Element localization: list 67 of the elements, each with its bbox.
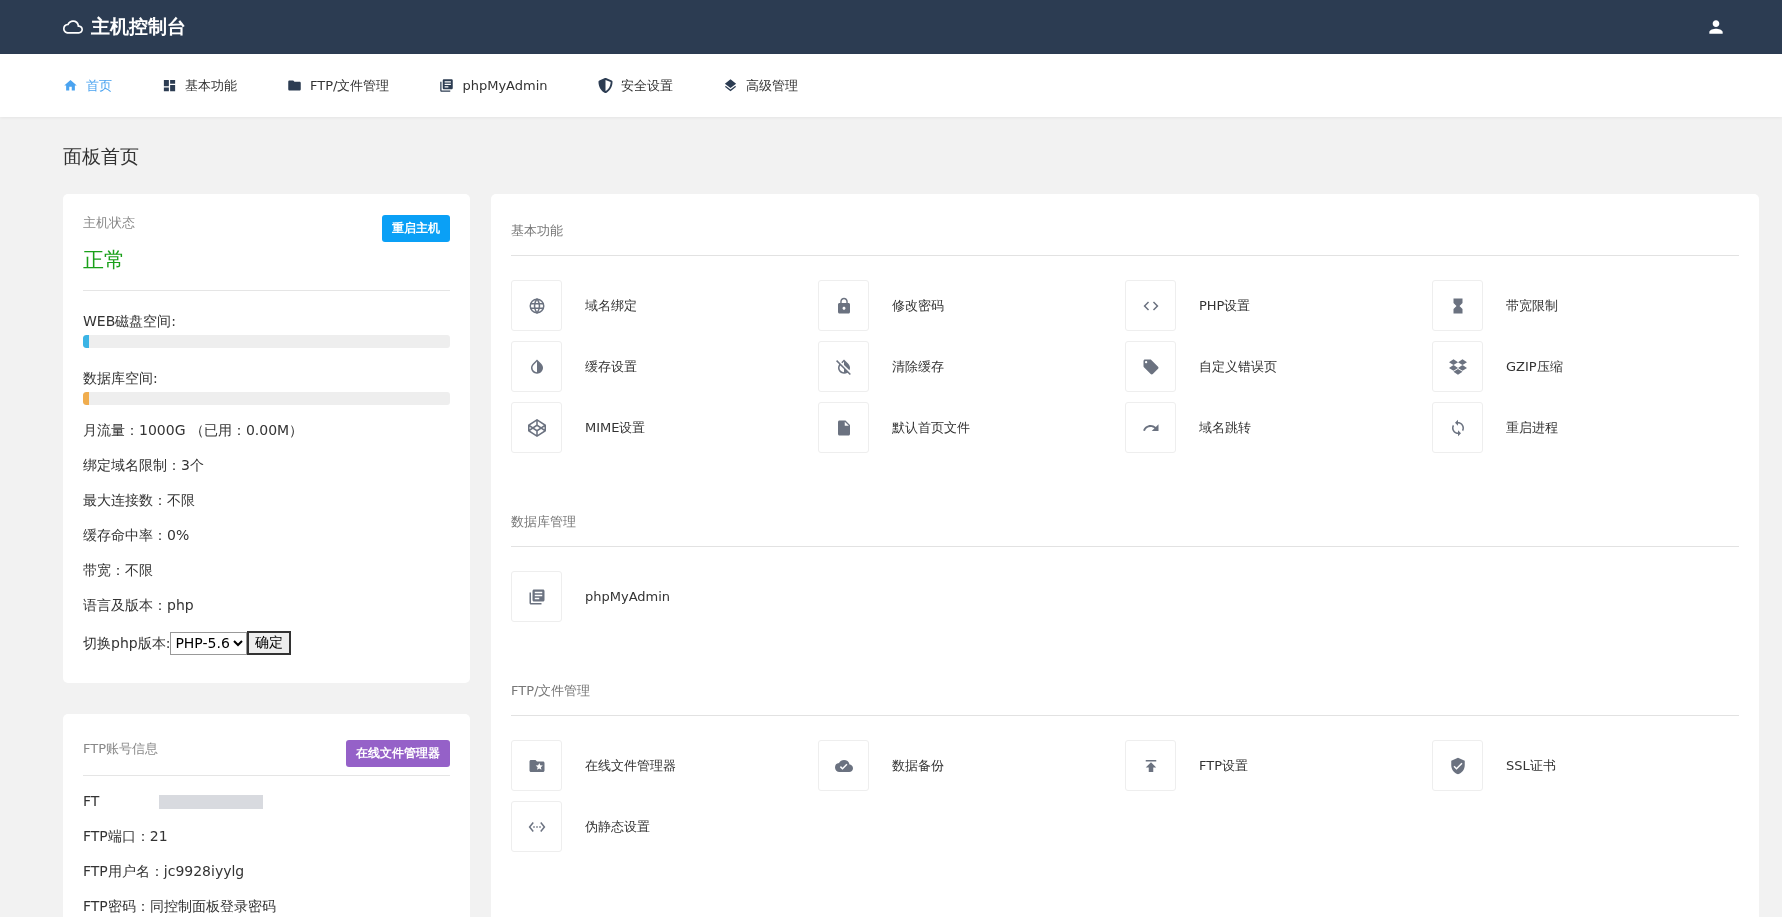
grid-icon (162, 78, 177, 93)
section-title: 数据库管理 (511, 513, 1739, 547)
cloud-icon (63, 17, 83, 37)
info-line: FT (83, 792, 100, 811)
feature-link[interactable]: 数据备份 (892, 756, 944, 775)
feature-link[interactable]: FTP设置 (1199, 756, 1249, 775)
feature-link[interactable]: 域名绑定 (585, 296, 637, 315)
info-line: FTP密码：同控制面板登录密码 (83, 897, 276, 916)
droplet-icon[interactable] (511, 341, 562, 392)
info-line: 最大连接数：不限 (83, 491, 196, 510)
feature-link[interactable]: SSL证书 (1506, 756, 1556, 775)
file-manager-button[interactable]: 在线文件管理器 (346, 740, 450, 767)
cube-icon[interactable] (511, 402, 562, 453)
info-line: 月流量：1000G （已用：0.00M） (83, 421, 305, 440)
nav-tab[interactable]: 高级管理 (722, 76, 798, 95)
version-select[interactable]: PHP-5.6 (170, 631, 248, 655)
feature-link[interactable]: 在线文件管理器 (585, 756, 676, 775)
file-icon[interactable] (818, 402, 869, 453)
feature-link[interactable]: 自定义错误页 (1199, 357, 1277, 376)
tag-icon[interactable] (1125, 341, 1176, 392)
section-title: FTP/文件管理 (511, 682, 1739, 716)
info-line: FTP端口：21 (83, 827, 168, 846)
boxes-icon[interactable] (1432, 341, 1483, 392)
page-title: 面板首页 (63, 144, 140, 169)
books-icon[interactable] (511, 571, 562, 622)
lock-icon[interactable] (818, 280, 869, 331)
feature-link[interactable]: 缓存设置 (585, 357, 637, 376)
status-text: 正常 (83, 247, 126, 274)
code-dots-icon[interactable] (511, 801, 562, 852)
home-icon (63, 78, 78, 93)
info-line: 绑定域名限制：3个 (83, 456, 205, 475)
nav-tab[interactable]: phpMyAdmin (439, 78, 548, 93)
globe-icon[interactable] (511, 280, 562, 331)
feature-link[interactable]: MIME设置 (585, 418, 646, 437)
feature-link[interactable]: 默认首页文件 (892, 418, 970, 437)
nav-tab[interactable]: FTP/文件管理 (287, 76, 390, 95)
droplet-off-icon[interactable] (818, 341, 869, 392)
feature-link[interactable]: PHP设置 (1199, 296, 1251, 315)
meter-label: 数据库空间: (83, 370, 159, 388)
cloud-check-icon[interactable] (818, 740, 869, 791)
folder-icon (287, 78, 302, 93)
shield-icon (597, 78, 613, 93)
layers-icon (722, 78, 738, 93)
hourglass-icon[interactable] (1432, 280, 1483, 331)
books-icon (439, 78, 455, 93)
switch-label: 切换php版本: (83, 633, 171, 653)
info-line: 带宽：不限 (83, 561, 154, 580)
nav-tab[interactable]: 安全设置 (597, 76, 673, 95)
feature-link[interactable]: 重启进程 (1506, 418, 1558, 437)
feature-link[interactable]: 域名跳转 (1199, 418, 1251, 437)
info-line: 语言及版本：php (83, 596, 195, 615)
feature-link[interactable]: 修改密码 (892, 296, 944, 315)
feature-link[interactable]: GZIP压缩 (1506, 357, 1563, 376)
app-title: 主机控制台 (91, 14, 186, 39)
meter-label: WEB磁盘空间: (83, 313, 177, 331)
card-title: FTP账号信息 (83, 740, 159, 758)
feature-link[interactable]: 伪静态设置 (585, 817, 650, 836)
section-title: 基本功能 (511, 222, 1739, 256)
feature-link[interactable]: phpMyAdmin (585, 589, 671, 604)
shield-check-icon[interactable] (1432, 740, 1483, 791)
info-line: FTP用户名：jc9928iyylg (83, 862, 245, 881)
feature-link[interactable]: 清除缓存 (892, 357, 944, 376)
nav-tab[interactable]: 基本功能 (162, 76, 237, 95)
card-title: 主机状态 (83, 214, 135, 232)
feature-link[interactable]: 带宽限制 (1506, 296, 1558, 315)
info-line: 缓存命中率：0% (83, 526, 191, 545)
confirm-button[interactable]: 确定 (247, 631, 292, 655)
